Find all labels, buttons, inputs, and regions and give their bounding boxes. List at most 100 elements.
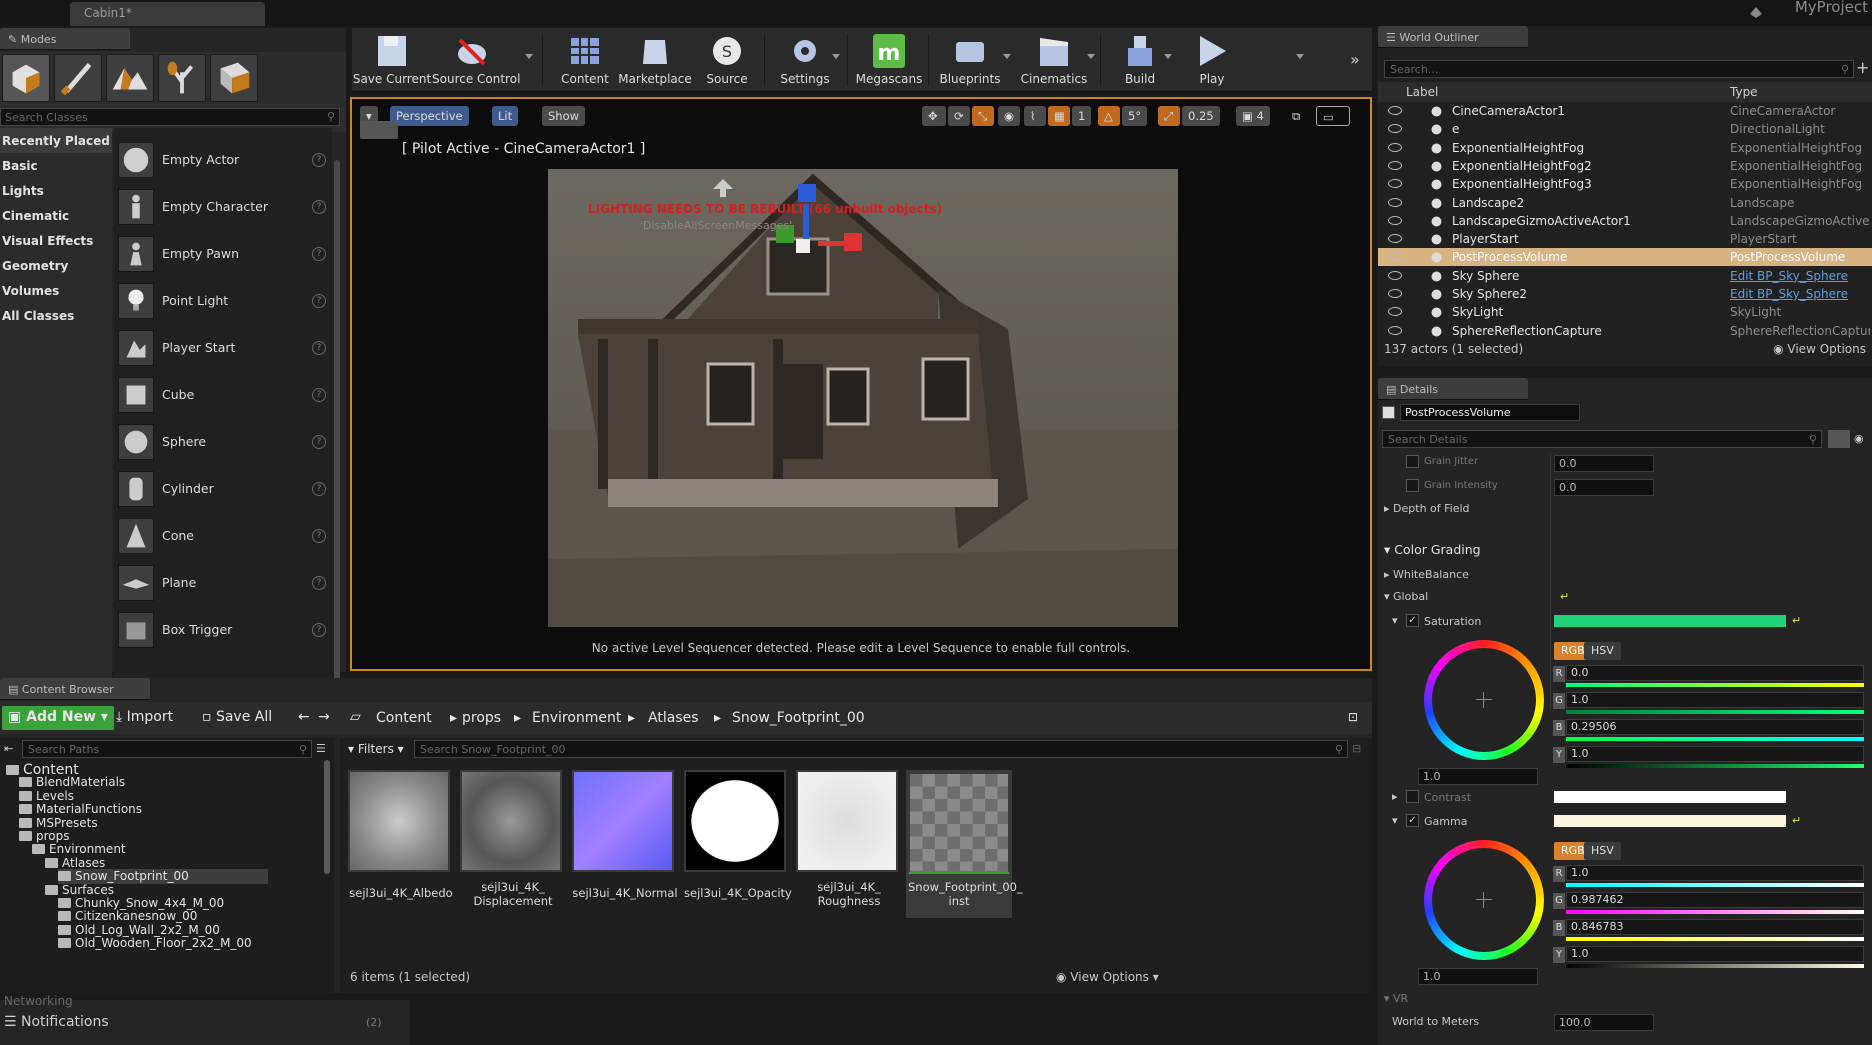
import-button[interactable]: ⤓ Import — [110, 706, 179, 730]
place-item-cube[interactable]: Cube? — [114, 373, 332, 417]
outliner-row[interactable]: ExponentialHeightFog ExponentialHeightFog — [1378, 139, 1872, 157]
sat-hsv-tab[interactable]: HSV — [1584, 642, 1621, 660]
reset-arrow-icon[interactable]: ↵ — [1792, 814, 1801, 827]
asset-search-input[interactable]: Search Snow_Footprint_00 ⚲ — [414, 740, 1348, 758]
category-recently-placed[interactable]: Recently Placed — [0, 128, 112, 153]
grain-jitter-checkbox[interactable] — [1406, 455, 1419, 468]
category-lights[interactable]: Lights — [0, 178, 112, 203]
grain-intensity-checkbox[interactable] — [1406, 479, 1419, 492]
gamma-swatch[interactable] — [1554, 815, 1786, 827]
asset-displacement[interactable]: sejl3ui_4K_ Displacement — [460, 770, 566, 908]
outliner-row[interactable]: Sky Sphere2 Edit BP_Sky_Sphere — [1378, 285, 1872, 303]
outliner-row[interactable]: Sky Sphere Edit BP_Sky_Sphere — [1378, 267, 1872, 285]
asset-opacity[interactable]: sejl3ui_4K_Opacity — [684, 770, 792, 900]
global-section[interactable]: ▾ Global — [1384, 590, 1428, 603]
content-button[interactable]: Content — [552, 28, 618, 92]
help-icon[interactable]: ? — [312, 482, 326, 496]
visibility-eye-icon[interactable] — [1388, 289, 1402, 298]
landscape-mode-icon[interactable] — [106, 54, 154, 102]
rotate-icon[interactable]: ⟳ — [948, 106, 970, 126]
level-tab[interactable]: Cabin1* — [70, 2, 265, 26]
add-new-button[interactable]: ▣ Add New ▾ — [2, 706, 114, 730]
asset-normal[interactable]: sejl3ui_4K_Normal — [572, 770, 678, 900]
build-dropdown-icon[interactable] — [1164, 54, 1172, 59]
eye-icon[interactable]: ◉ — [1854, 432, 1864, 445]
search-paths-input[interactable]: Search Paths ⚲ — [22, 740, 312, 758]
contrast-swatch[interactable] — [1554, 791, 1786, 803]
breadcrumb-atlases[interactable]: Atlases — [648, 710, 699, 726]
place-item-sphere[interactable]: Sphere? — [114, 420, 332, 464]
saturation-wheel-value[interactable]: 1.0 — [1418, 768, 1538, 785]
depth-of-field-section[interactable]: ▸ Depth of Field — [1384, 502, 1470, 515]
maximize-icon[interactable]: ⧉ — [1286, 106, 1300, 126]
settings-dropdown-icon[interactable] — [832, 54, 840, 59]
add-icon[interactable]: + — [1856, 58, 1869, 77]
gamma-b-input[interactable]: B 0.846783 — [1553, 919, 1864, 936]
outliner-row[interactable]: ExponentialHeightFog3 ExponentialHeightFo… — [1378, 175, 1872, 193]
sat-y-input[interactable]: Y 1.0 — [1553, 746, 1864, 763]
gamma-color-wheel[interactable] — [1424, 840, 1544, 960]
saturation-swatch[interactable] — [1554, 615, 1786, 627]
details-tab[interactable]: ▤ Details — [1378, 378, 1528, 400]
col-label[interactable]: Label — [1406, 85, 1438, 99]
gamma-hsv-tab[interactable]: HSV — [1584, 842, 1621, 860]
surface-snap-icon[interactable]: ⌇ — [1024, 106, 1046, 126]
outliner-search-input[interactable]: Search... ⚲ — [1384, 60, 1854, 78]
visibility-eye-icon[interactable] — [1388, 160, 1402, 170]
blueprints-dropdown-icon[interactable] — [1003, 54, 1011, 59]
megascans-button[interactable]: m Megascans — [852, 28, 926, 92]
translate-icon[interactable]: ✥ — [922, 106, 946, 126]
place-item-cylinder[interactable]: Cylinder? — [114, 467, 332, 511]
sat-b-input[interactable]: B 0.29506 — [1553, 719, 1864, 736]
cinematics-button[interactable]: Cinematics — [1016, 28, 1092, 92]
help-icon[interactable]: ? — [312, 200, 326, 214]
contrast-checkbox[interactable] — [1406, 790, 1419, 803]
white-balance-section[interactable]: ▸ WhiteBalance — [1384, 568, 1469, 581]
saturation-color-wheel[interactable] — [1424, 640, 1544, 760]
gamma-g-input[interactable]: G 0.987462 — [1553, 892, 1864, 909]
help-icon[interactable]: ? — [312, 247, 326, 261]
play-button[interactable]: Play — [1182, 28, 1242, 92]
visibility-eye-icon[interactable] — [1388, 179, 1402, 189]
object-checkbox[interactable] — [1382, 406, 1395, 419]
place-item-empty-pawn[interactable]: Empty Pawn? — [114, 232, 332, 276]
category-volumes[interactable]: Volumes — [0, 278, 112, 303]
place-item-point-light[interactable]: Point Light? — [114, 279, 332, 323]
asset-view-options[interactable]: ◉ View Options ▾ — [1056, 970, 1159, 984]
help-icon[interactable]: ? — [312, 576, 326, 590]
details-search-input[interactable]: Search Details ⚲ — [1382, 430, 1822, 448]
rotation-snap-icon[interactable]: △ — [1098, 106, 1120, 126]
perspective-button[interactable]: Perspective — [390, 106, 469, 126]
camera-speed-button[interactable]: ▣ 4 — [1236, 106, 1270, 126]
breadcrumb-content[interactable]: Content — [376, 710, 432, 726]
blueprints-button[interactable]: Blueprints — [932, 28, 1008, 92]
sat-g-input[interactable]: G 1.0 — [1553, 692, 1864, 709]
category-visual-effects[interactable]: Visual Effects — [0, 228, 112, 253]
modes-scrollbar[interactable] — [334, 160, 340, 700]
foliage-mode-icon[interactable] — [158, 54, 206, 102]
world-local-icon[interactable]: ◉ — [998, 106, 1020, 126]
place-item-plane[interactable]: Plane? — [114, 561, 332, 605]
cinematics-dropdown-icon[interactable] — [1087, 54, 1095, 59]
visibility-eye-icon[interactable] — [1388, 325, 1402, 335]
scale-icon[interactable]: ⤡ — [972, 106, 994, 126]
help-icon[interactable]: ? — [312, 435, 326, 449]
visibility-eye-icon[interactable] — [1388, 124, 1402, 134]
category-all-classes[interactable]: All Classes — [0, 303, 112, 328]
saturation-checkbox[interactable]: ✓ — [1406, 614, 1419, 627]
scale-snap-value[interactable]: 0.25 — [1182, 106, 1220, 126]
help-icon[interactable]: ? — [312, 529, 326, 543]
pilot-eject-icon[interactable] — [360, 121, 398, 139]
expand-arrow-icon[interactable]: ▸ — [1392, 790, 1398, 803]
place-item-player-start[interactable]: Player Start? — [114, 326, 332, 370]
visibility-eye-icon[interactable] — [1388, 106, 1402, 115]
color-grading-section[interactable]: ▾ Color Grading — [1384, 542, 1481, 557]
gamma-r-input[interactable]: R 1.0 — [1553, 865, 1864, 882]
forward-arrow-icon[interactable]: → — [312, 706, 336, 730]
visibility-eye-icon[interactable] — [1388, 142, 1402, 152]
reset-arrow-icon[interactable]: ↵ — [1560, 590, 1569, 603]
object-name-field[interactable]: PostProcessVolume — [1400, 404, 1580, 421]
outliner-tab[interactable]: ☰ World Outliner — [1378, 26, 1528, 48]
settings-button[interactable]: Settings — [772, 28, 838, 92]
save-all-button[interactable]: ▫ Save All — [196, 706, 278, 730]
